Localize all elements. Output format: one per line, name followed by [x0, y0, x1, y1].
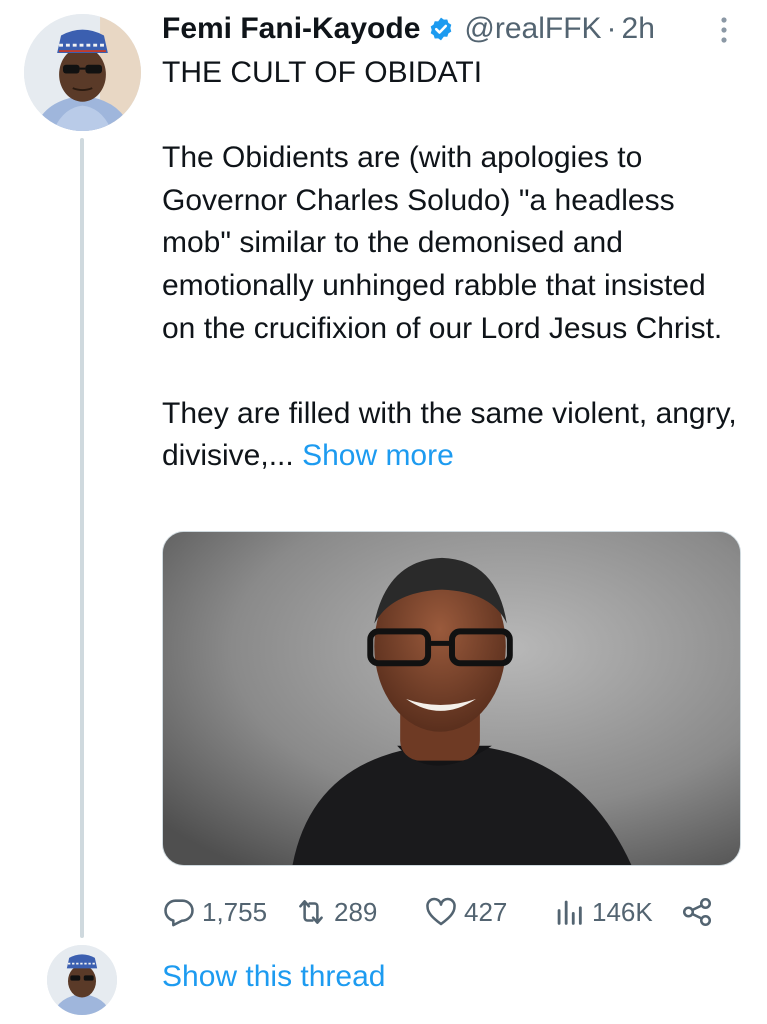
media-photo-image	[163, 532, 740, 865]
views-count: 146K	[592, 896, 653, 927]
tweet-timestamp[interactable]: 2h	[622, 12, 655, 46]
views-button[interactable]: 146K	[552, 890, 653, 934]
tweet-action-bar: 1,755 289 427 146K	[162, 890, 742, 934]
tweet-media-photo[interactable]	[162, 531, 741, 866]
like-count: 427	[464, 896, 508, 927]
reply-count: 1,755	[202, 896, 268, 927]
like-button[interactable]: 427	[424, 890, 507, 934]
tweet-paragraph-3: They are filled with the same violent, a…	[162, 393, 742, 478]
retweet-count: 289	[334, 896, 378, 927]
author-handle[interactable]: @realFFK	[464, 12, 601, 46]
more-vertical-icon[interactable]	[712, 14, 736, 46]
thread-author-avatar-image	[47, 945, 117, 1015]
header-separator: ·	[606, 12, 617, 45]
retweet-button[interactable]: 289	[294, 890, 377, 934]
heart-icon	[424, 895, 458, 929]
tweet-header: Femi Fani-Kayode @realFFK · 2h	[162, 10, 655, 48]
tweet-title-line: THE CULT OF OBIDATI	[162, 56, 483, 89]
retweet-icon	[294, 895, 328, 929]
reply-icon	[162, 895, 196, 929]
views-chart-icon	[552, 895, 586, 929]
author-avatar[interactable]	[24, 14, 141, 131]
show-thread-link[interactable]: Show this thread	[162, 960, 385, 994]
author-avatar-image	[24, 14, 141, 131]
thread-author-avatar[interactable]	[47, 945, 117, 1015]
tweet-paragraph-2: The Obidients are (with apologies to Gov…	[162, 141, 723, 345]
verified-badge-icon	[428, 16, 454, 42]
thread-connector-line	[80, 138, 84, 938]
author-name[interactable]: Femi Fani-Kayode	[162, 12, 420, 46]
share-button[interactable]	[680, 890, 714, 934]
tweet-body: THE CULT OF OBIDATI The Obidients are (w…	[162, 52, 742, 478]
show-more-link[interactable]: Show more	[302, 439, 454, 472]
reply-button[interactable]: 1,755	[162, 890, 267, 934]
share-icon	[680, 895, 714, 929]
